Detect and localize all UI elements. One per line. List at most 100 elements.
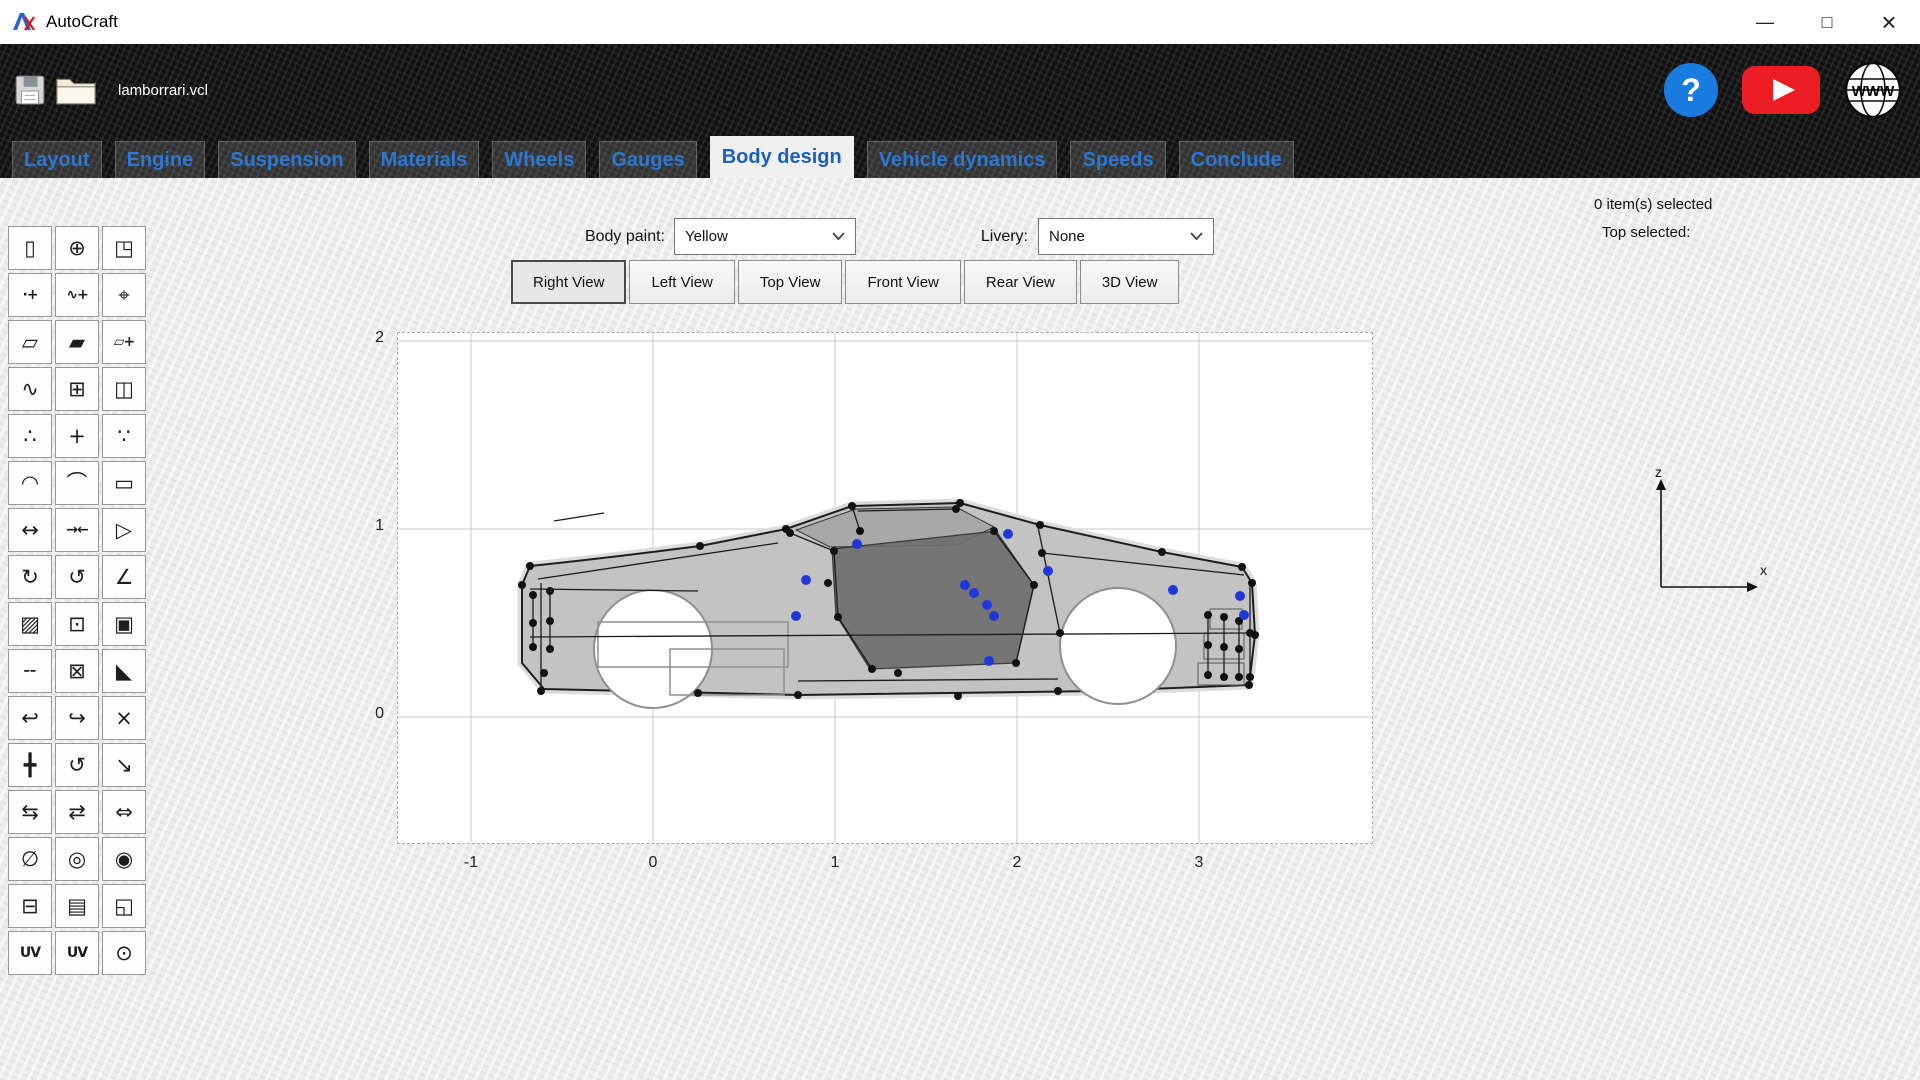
tab-suspension[interactable]: Suspension xyxy=(218,141,355,178)
window-controls: — □ × xyxy=(1734,0,1920,44)
tool-delete[interactable]: × xyxy=(102,696,146,740)
tool-move[interactable]: ╋ xyxy=(8,743,52,787)
top-selected-label: Top selected: xyxy=(1602,224,1844,241)
tab-wheels[interactable]: Wheels xyxy=(492,141,586,178)
car-side-view-drawing[interactable] xyxy=(398,333,1372,843)
rear-view-button[interactable]: Rear View xyxy=(964,260,1077,304)
tool-grid[interactable]: ⊞ xyxy=(55,367,99,411)
tool-slab[interactable]: ▣ xyxy=(102,602,146,646)
car-body[interactable] xyxy=(522,503,1255,708)
tab-materials[interactable]: Materials xyxy=(369,141,480,178)
design-canvas[interactable] xyxy=(397,332,1373,844)
tool-show-all[interactable]: ◉ xyxy=(102,837,146,881)
website-globe-button[interactable]: WWW xyxy=(1844,61,1902,119)
tab-engine[interactable]: Engine xyxy=(115,141,206,178)
tool-add-vehicle[interactable]: ⊕ xyxy=(55,226,99,270)
tool-rotate-object[interactable]: ↺ xyxy=(55,743,99,787)
tool-stretch-horizontal[interactable]: ↔ xyxy=(8,508,52,552)
tab-conclude[interactable]: Conclude xyxy=(1179,141,1294,178)
x-tick-label: -1 xyxy=(454,854,488,872)
tool-undo[interactable]: ↩ xyxy=(8,696,52,740)
tool-hide-hidden-lines[interactable]: ∅ xyxy=(8,837,52,881)
rear-wheel xyxy=(1060,588,1176,704)
front-view-button[interactable]: Front View xyxy=(845,260,960,304)
question-mark-icon: ? xyxy=(1681,72,1701,109)
youtube-button[interactable] xyxy=(1742,62,1820,118)
help-button[interactable]: ? xyxy=(1664,63,1718,117)
interior xyxy=(832,531,1034,669)
tool-snap-target[interactable]: ⌖ xyxy=(102,273,146,317)
x-tick-label: 2 xyxy=(1000,854,1034,872)
tool-duplicate-offset[interactable]: ◱ xyxy=(102,884,146,928)
maximize-button[interactable]: □ xyxy=(1796,0,1858,44)
tool-uv-map[interactable]: UV xyxy=(8,931,52,975)
tool-rotate-ccw[interactable]: ↺ xyxy=(55,555,99,599)
x-tick-label: 0 xyxy=(636,854,670,872)
top-view-button[interactable]: Top View xyxy=(738,260,843,304)
tool-redo[interactable]: ↪ xyxy=(55,696,99,740)
close-button[interactable]: × xyxy=(1858,0,1920,44)
tool-equal-spacing[interactable]: ⇔ xyxy=(102,790,146,834)
tool-normal-flag[interactable]: ▷ xyxy=(102,508,146,552)
tool-center-point[interactable]: + xyxy=(55,414,99,458)
tab-body-design[interactable]: Body design xyxy=(710,136,854,178)
tool-spline[interactable]: ∿ xyxy=(8,367,52,411)
header: lamborrari.vcl ? WWW Layout Engine Suspe… xyxy=(0,44,1920,178)
tool-extrude[interactable]: ⊠ xyxy=(55,649,99,693)
tool-arc[interactable]: ◠ xyxy=(8,461,52,505)
tab-gauges[interactable]: Gauges xyxy=(599,141,696,178)
tool-curve[interactable]: ⌒ xyxy=(55,461,99,505)
minimize-button[interactable]: — xyxy=(1734,0,1796,44)
left-view-button[interactable]: Left View xyxy=(629,260,734,304)
save-floppy-icon xyxy=(14,74,46,106)
tool-copy-stack[interactable]: ⊟ xyxy=(8,884,52,928)
tool-wedge[interactable]: ◣ xyxy=(102,649,146,693)
tool-box[interactable]: ⊡ xyxy=(55,602,99,646)
tool-hatch-surface[interactable]: ▨ xyxy=(8,602,52,646)
axis-x-label: x xyxy=(1760,562,1767,578)
livery-label: Livery: xyxy=(938,218,1028,255)
tool-ghost-view[interactable]: ◎ xyxy=(55,837,99,881)
tool-add-point[interactable]: ∙+ xyxy=(8,273,52,317)
tool-marquee-select[interactable]: ◳ xyxy=(102,226,146,270)
tool-add-curve-point[interactable]: ∿+ xyxy=(55,273,99,317)
x-tick-label: 3 xyxy=(1182,854,1216,872)
tool-shear[interactable]: ∠ xyxy=(102,555,146,599)
save-button[interactable] xyxy=(10,70,50,110)
tool-distribute-horizontal[interactable]: ⇆ xyxy=(8,790,52,834)
www-label: WWW xyxy=(1852,83,1895,100)
tool-compress-horizontal[interactable]: →← xyxy=(55,508,99,552)
tool-uv-unwrap-vehicle[interactable]: UV xyxy=(55,931,99,975)
tool-mirror-horizontal[interactable]: ⇄ xyxy=(55,790,99,834)
tool-palette: ▯⊕◳∙+∿+⌖▱▰▱+∿⊞◫∴+∵◠⌒▭↔→←▷↻↺∠▨⊡▣╌⊠◣↩↪×╋↺↘… xyxy=(8,226,146,975)
x-tick-label: 1 xyxy=(818,854,852,872)
tab-vehicle-dynamics[interactable]: Vehicle dynamics xyxy=(867,141,1058,178)
livery-select[interactable]: None xyxy=(1038,218,1214,255)
tool-patch[interactable]: ▭ xyxy=(102,461,146,505)
tool-snapshot-camera[interactable]: ⊙ xyxy=(102,931,146,975)
chevron-down-icon xyxy=(1190,232,1203,241)
right-view-button[interactable]: Right View xyxy=(511,260,626,304)
titlebar: AutoCraft — □ × xyxy=(0,0,1920,44)
open-file-button[interactable] xyxy=(50,68,102,112)
tool-surface[interactable]: ▱ xyxy=(8,320,52,364)
tool-rotate-cw[interactable]: ↻ xyxy=(8,555,52,599)
body-paint-select[interactable]: Yellow xyxy=(674,218,856,255)
tool-scale-diagonal[interactable]: ↘ xyxy=(102,743,146,787)
app-title: AutoCraft xyxy=(46,12,118,32)
tab-layout[interactable]: Layout xyxy=(12,141,102,178)
tool-new-file[interactable]: ▯ xyxy=(8,226,52,270)
tab-speeds[interactable]: Speeds xyxy=(1070,141,1165,178)
tool-dashed-path[interactable]: ╌ xyxy=(8,649,52,693)
tool-paste-stack[interactable]: ▤ xyxy=(55,884,99,928)
tool-gather-points[interactable]: ∵ xyxy=(102,414,146,458)
tool-surface-fill[interactable]: ▰ xyxy=(55,320,99,364)
livery-value: None xyxy=(1049,228,1085,245)
y-tick-label: 1 xyxy=(350,517,384,535)
3d-view-button[interactable]: 3D View xyxy=(1080,260,1180,304)
tool-tile[interactable]: ◫ xyxy=(102,367,146,411)
y-tick-label: 0 xyxy=(350,705,384,723)
tool-spread-points[interactable]: ∴ xyxy=(8,414,52,458)
tool-add-surface[interactable]: ▱+ xyxy=(102,320,146,364)
tab-bar: Layout Engine Suspension Materials Wheel… xyxy=(0,136,1920,178)
